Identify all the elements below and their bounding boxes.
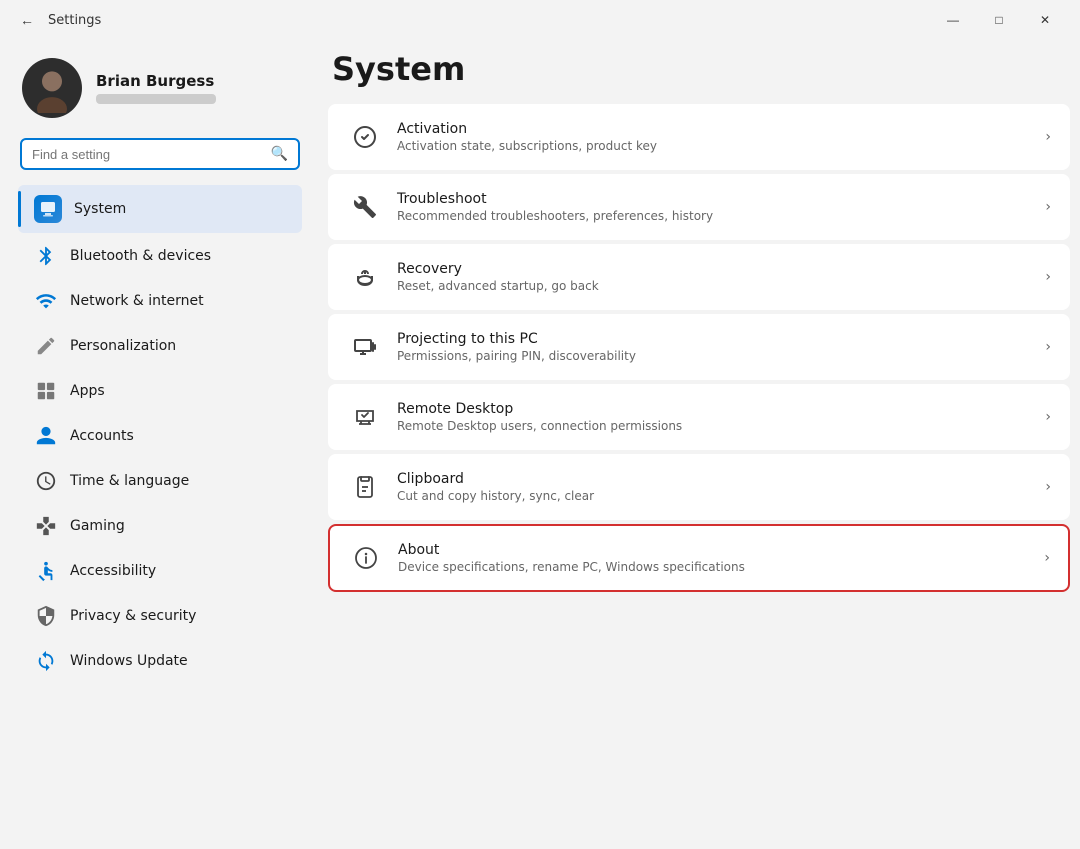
user-subtitle-bar [96, 94, 216, 104]
search-box[interactable]: 🔍 [20, 138, 300, 170]
settings-item-remote-desktop[interactable]: Remote Desktop Remote Desktop users, con… [328, 384, 1070, 450]
personalization-icon [34, 334, 58, 358]
projecting-text: Projecting to this PC Permissions, pairi… [397, 331, 1045, 363]
windows-update-icon [34, 649, 58, 673]
settings-item-recovery[interactable]: Recovery Reset, advanced startup, go bac… [328, 244, 1070, 310]
sidebar-item-time[interactable]: Time & language [18, 459, 302, 503]
user-section: Brian Burgess [10, 48, 310, 138]
sidebar-item-personalization-label: Personalization [70, 338, 176, 354]
recovery-title: Recovery [397, 261, 1045, 277]
settings-list: Activation Activation state, subscriptio… [328, 104, 1070, 592]
troubleshoot-icon [347, 189, 383, 225]
time-icon [34, 469, 58, 493]
minimize-button[interactable]: — [930, 4, 976, 36]
activation-title: Activation [397, 121, 1045, 137]
sidebar-item-privacy[interactable]: Privacy & security [18, 594, 302, 638]
sidebar-item-accessibility[interactable]: Accessibility [18, 549, 302, 593]
about-title: About [398, 542, 1044, 558]
nav-list: System Bluetooth & devices Network & int… [10, 184, 310, 684]
search-icon: 🔍 [271, 146, 288, 162]
clipboard-icon [347, 469, 383, 505]
troubleshoot-chevron: › [1045, 199, 1051, 215]
remote-desktop-title: Remote Desktop [397, 401, 1045, 417]
network-icon [34, 289, 58, 313]
remote-desktop-icon [347, 399, 383, 435]
activation-icon [347, 119, 383, 155]
troubleshoot-text: Troubleshoot Recommended troubleshooters… [397, 191, 1045, 223]
sidebar-item-apps-label: Apps [70, 383, 105, 399]
settings-item-projecting[interactable]: Projecting to this PC Permissions, pairi… [328, 314, 1070, 380]
settings-item-clipboard[interactable]: Clipboard Cut and copy history, sync, cl… [328, 454, 1070, 520]
remote-desktop-text: Remote Desktop Remote Desktop users, con… [397, 401, 1045, 433]
recovery-desc: Reset, advanced startup, go back [397, 279, 1045, 293]
close-button[interactable]: ✕ [1022, 4, 1068, 36]
system-icon [34, 195, 62, 223]
projecting-icon [347, 329, 383, 365]
about-icon [348, 540, 384, 576]
sidebar-item-system[interactable]: System [18, 185, 302, 233]
projecting-chevron: › [1045, 339, 1051, 355]
about-chevron: › [1044, 550, 1050, 566]
settings-item-activation[interactable]: Activation Activation state, subscriptio… [328, 104, 1070, 170]
recovery-chevron: › [1045, 269, 1051, 285]
clipboard-text: Clipboard Cut and copy history, sync, cl… [397, 471, 1045, 503]
clipboard-title: Clipboard [397, 471, 1045, 487]
sidebar-item-personalization[interactable]: Personalization [18, 324, 302, 368]
gaming-icon [34, 514, 58, 538]
sidebar-item-bluetooth[interactable]: Bluetooth & devices [18, 234, 302, 278]
projecting-title: Projecting to this PC [397, 331, 1045, 347]
accounts-icon [34, 424, 58, 448]
search-input[interactable] [32, 147, 265, 162]
window-controls: — □ ✕ [930, 4, 1068, 36]
settings-item-troubleshoot[interactable]: Troubleshoot Recommended troubleshooters… [328, 174, 1070, 240]
projecting-desc: Permissions, pairing PIN, discoverabilit… [397, 349, 1045, 363]
clipboard-chevron: › [1045, 479, 1051, 495]
settings-item-about[interactable]: About Device specifications, rename PC, … [328, 524, 1070, 592]
sidebar-item-windows-update[interactable]: Windows Update [18, 639, 302, 683]
sidebar-item-gaming-label: Gaming [70, 518, 125, 534]
troubleshoot-title: Troubleshoot [397, 191, 1045, 207]
user-name: Brian Burgess [96, 72, 216, 90]
back-button[interactable]: ← [12, 5, 42, 35]
sidebar-item-apps[interactable]: Apps [18, 369, 302, 413]
sidebar-item-system-label: System [74, 201, 126, 217]
clipboard-desc: Cut and copy history, sync, clear [397, 489, 1045, 503]
page-title: System [328, 50, 1070, 88]
sidebar-item-accounts-label: Accounts [70, 428, 134, 444]
activation-desc: Activation state, subscriptions, product… [397, 139, 1045, 153]
activation-chevron: › [1045, 129, 1051, 145]
sidebar-item-accounts[interactable]: Accounts [18, 414, 302, 458]
sidebar-item-gaming[interactable]: Gaming [18, 504, 302, 548]
activation-text: Activation Activation state, subscriptio… [397, 121, 1045, 153]
accessibility-icon [34, 559, 58, 583]
bluetooth-icon [34, 244, 58, 268]
user-info: Brian Burgess [96, 72, 216, 104]
sidebar-item-accessibility-label: Accessibility [70, 563, 156, 579]
recovery-text: Recovery Reset, advanced startup, go bac… [397, 261, 1045, 293]
titlebar: ← Settings — □ ✕ [0, 0, 1080, 40]
about-text: About Device specifications, rename PC, … [398, 542, 1044, 574]
about-desc: Device specifications, rename PC, Window… [398, 560, 1044, 574]
recovery-icon [347, 259, 383, 295]
remote-desktop-desc: Remote Desktop users, connection permiss… [397, 419, 1045, 433]
main-content: System Activation Activation state, subs… [318, 40, 1070, 839]
app-title: Settings [48, 13, 930, 28]
remote-desktop-chevron: › [1045, 409, 1051, 425]
sidebar: Brian Burgess 🔍 System [10, 40, 310, 839]
troubleshoot-desc: Recommended troubleshooters, preferences… [397, 209, 1045, 223]
privacy-icon [34, 604, 58, 628]
sidebar-item-network[interactable]: Network & internet [18, 279, 302, 323]
sidebar-item-network-label: Network & internet [70, 293, 204, 309]
sidebar-item-privacy-label: Privacy & security [70, 608, 196, 624]
sidebar-item-windows-update-label: Windows Update [70, 653, 188, 669]
sidebar-item-bluetooth-label: Bluetooth & devices [70, 248, 211, 264]
sidebar-item-time-label: Time & language [70, 473, 189, 489]
avatar [22, 58, 82, 118]
app-body: Brian Burgess 🔍 System [0, 40, 1080, 849]
apps-icon [34, 379, 58, 403]
maximize-button[interactable]: □ [976, 4, 1022, 36]
